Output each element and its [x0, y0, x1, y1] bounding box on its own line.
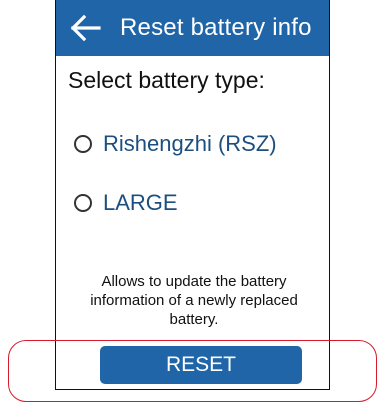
app-header: Reset battery info [56, 0, 329, 56]
device-screen: Reset battery info Select battery type: … [55, 0, 330, 390]
radio-button-rsz[interactable] [74, 135, 92, 153]
battery-option-label: LARGE [103, 190, 178, 215]
radio-button-large[interactable] [74, 194, 92, 212]
battery-type-prompt: Select battery type: [68, 67, 265, 93]
reset-button[interactable]: RESET [100, 346, 302, 384]
battery-option-large[interactable]: LARGE [74, 187, 178, 219]
page-title: Reset battery info [120, 14, 312, 41]
battery-option-rsz[interactable]: Rishengzhi (RSZ) [74, 128, 277, 160]
back-arrow-icon[interactable] [68, 12, 102, 44]
battery-option-label: Rishengzhi (RSZ) [103, 131, 277, 156]
reset-description: Allows to update the battery information… [90, 273, 298, 328]
